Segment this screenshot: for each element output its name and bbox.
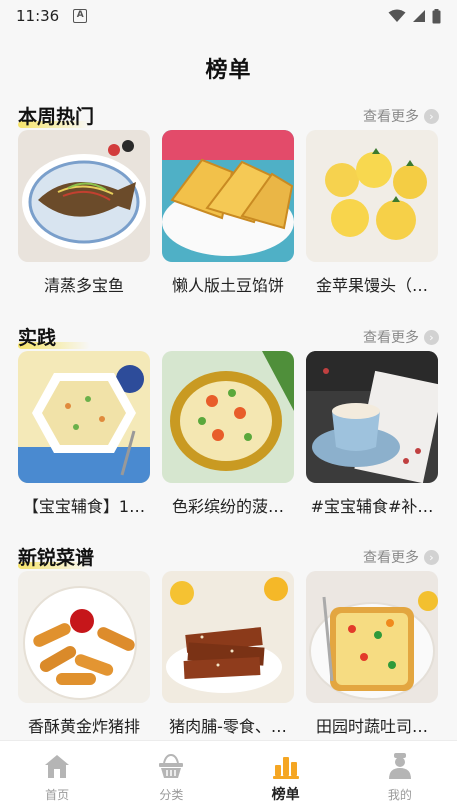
tab-ranking[interactable]: 榜单 xyxy=(229,741,343,812)
recipe-card[interactable]: 金苹果馒头（… xyxy=(306,130,438,296)
chevron-right-icon: › xyxy=(424,108,439,124)
notification-icon: A xyxy=(73,9,88,23)
chevron-right-icon: › xyxy=(424,549,439,565)
tab-label: 榜单 xyxy=(271,787,300,803)
recipe-image xyxy=(162,130,294,262)
recipe-image xyxy=(18,351,150,483)
see-more-button[interactable]: 查看更多 › xyxy=(363,547,439,567)
tab-profile[interactable]: 我的 xyxy=(343,741,457,812)
chevron-right-icon: › xyxy=(424,329,439,345)
recipe-name: 田园时蔬吐司… xyxy=(315,717,428,736)
profile-icon xyxy=(388,753,411,779)
recipe-card[interactable]: 懒人版土豆馅饼 xyxy=(162,130,294,296)
page-title: 榜单 xyxy=(205,58,252,83)
recipe-name: 色彩缤纷的菠… xyxy=(171,497,284,516)
section-title: 新锐菜谱 xyxy=(18,547,95,569)
recipe-image xyxy=(162,571,294,703)
recipe-card[interactable]: 田园时蔬吐司… xyxy=(306,571,438,737)
ranking-icon xyxy=(272,757,299,779)
section-header: 本周热门 查看更多 › xyxy=(0,100,457,130)
section-practice: 实践 查看更多 › 【宝宝辅食】1… 色彩缤纷的菠… #宝宝辅食#补… xyxy=(0,321,457,516)
recipe-image xyxy=(306,130,438,262)
status-icons xyxy=(388,8,441,24)
section-header: 新锐菜谱 查看更多 › xyxy=(0,541,457,571)
recipe-image xyxy=(306,351,438,483)
tab-category[interactable]: 分类 xyxy=(114,741,228,812)
recipe-name: 猪肉脯-零食、… xyxy=(169,717,287,736)
wifi-icon xyxy=(388,9,406,22)
recipe-image xyxy=(306,571,438,703)
recipe-image xyxy=(18,571,150,703)
bottom-tab-bar: 首页 分类 榜单 我的 xyxy=(0,740,457,812)
see-more-button[interactable]: 查看更多 › xyxy=(363,106,439,126)
section-weekly-hot: 本周热门 查看更多 › 清蒸多宝鱼 懒人版土豆馅饼 金苹果馒头（… xyxy=(0,100,457,295)
section-title: 本周热门 xyxy=(18,106,95,128)
recipe-card[interactable]: 香酥黄金炸猪排 xyxy=(18,571,150,737)
recipe-name: #宝宝辅食#补… xyxy=(310,497,434,516)
see-more-label: 查看更多 xyxy=(363,109,419,125)
see-more-label: 查看更多 xyxy=(363,550,419,566)
tab-home[interactable]: 首页 xyxy=(0,741,114,812)
recipe-image xyxy=(162,351,294,483)
recipe-name: 【宝宝辅食】1… xyxy=(22,497,146,516)
tab-label: 分类 xyxy=(159,788,184,802)
recipe-image xyxy=(18,130,150,262)
recipe-card[interactable]: 【宝宝辅食】1… xyxy=(18,351,150,517)
recipe-card[interactable]: 色彩缤纷的菠… xyxy=(162,351,294,517)
battery-icon xyxy=(432,8,441,23)
recipe-name: 金苹果馒头（… xyxy=(315,276,428,295)
status-time: 11:36 xyxy=(16,7,60,25)
recipe-name: 香酥黄金炸猪排 xyxy=(27,717,140,736)
recipe-card[interactable]: 清蒸多宝鱼 xyxy=(18,130,150,296)
home-icon xyxy=(45,755,70,778)
section-header: 实践 查看更多 › xyxy=(0,321,457,351)
see-more-label: 查看更多 xyxy=(363,330,419,346)
recipe-card[interactable]: 猪肉脯-零食、… xyxy=(162,571,294,737)
signal-icon xyxy=(413,10,425,22)
recipe-card[interactable]: #宝宝辅食#补… xyxy=(306,351,438,517)
status-bar: 11:36 A xyxy=(0,0,457,32)
basket-icon xyxy=(159,753,184,778)
section-title: 实践 xyxy=(18,327,57,349)
see-more-button[interactable]: 查看更多 › xyxy=(363,327,439,347)
section-new-recipes: 新锐菜谱 查看更多 › 香酥黄金炸猪排 猪肉脯-零食、… 田园时蔬吐司… xyxy=(0,541,457,736)
recipe-name: 清蒸多宝鱼 xyxy=(43,276,124,295)
tab-label: 首页 xyxy=(45,788,70,802)
tab-label: 我的 xyxy=(387,788,412,802)
recipe-name: 懒人版土豆馅饼 xyxy=(171,276,284,295)
